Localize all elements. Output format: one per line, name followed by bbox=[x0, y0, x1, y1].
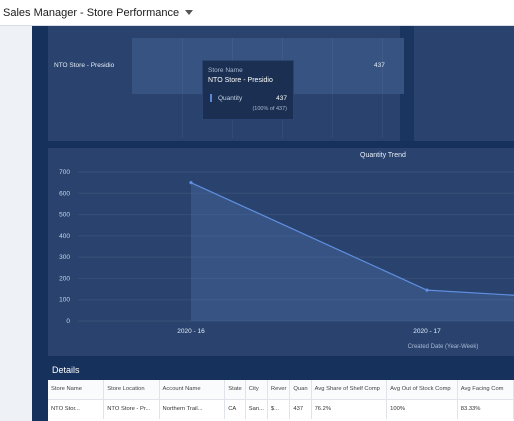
table-cell: NTO Stor... bbox=[48, 399, 105, 419]
table-cell: 76.2% bbox=[311, 399, 388, 419]
column-header[interactable]: Avg Facing Com bbox=[457, 380, 514, 400]
details-title: Details bbox=[52, 365, 80, 375]
store-row-value: 437 bbox=[374, 62, 385, 69]
column-header[interactable]: Rever bbox=[267, 380, 291, 400]
y-tick-label: 600 bbox=[59, 190, 70, 197]
tooltip-store-label: Store Name bbox=[208, 67, 243, 74]
dashboard-title: Sales Manager - Store Performance bbox=[3, 6, 180, 19]
table-cell: NTO Store - Pr... bbox=[103, 399, 160, 419]
quantity-trend-chart[interactable]: 0 100 200 300 400 500 600 700 2020 - 16 2020 - 17… bbox=[48, 148, 514, 356]
x-tick-label: 2020 - 17 bbox=[413, 328, 441, 335]
tooltip-quantity-value: 437 bbox=[276, 95, 287, 102]
table-cell: Northern Trail... bbox=[159, 399, 226, 419]
y-tick-label: 400 bbox=[59, 233, 70, 240]
table-cell: 100% bbox=[386, 399, 458, 419]
table-cell: $... bbox=[267, 399, 291, 419]
table-cell: 437 bbox=[289, 399, 312, 419]
column-header[interactable]: Avg Share of Shelf Comp bbox=[311, 380, 388, 400]
store-row-label: NTO Store - Presidio bbox=[54, 62, 115, 69]
y-tick-label: 300 bbox=[59, 254, 70, 261]
grid-line bbox=[182, 38, 183, 138]
x-tick-label: 2020 - 16 bbox=[177, 328, 205, 335]
table-row[interactable]: NTO Stor... NTO Store - Pr... Northern Tra… bbox=[48, 399, 514, 419]
dashboard-canvas: NTO Store - Presidio 437 Store Name NTO … bbox=[32, 26, 514, 421]
data-point[interactable] bbox=[189, 181, 193, 185]
y-tick-label: 500 bbox=[59, 212, 70, 219]
tooltip-quantity-percent: (100% of 437) bbox=[252, 106, 287, 112]
y-tick-label: 0 bbox=[66, 318, 70, 325]
left-gutter bbox=[0, 26, 32, 421]
tooltip-store-value: NTO Store - Presidio bbox=[208, 77, 273, 84]
chart-tooltip: Store Name NTO Store - Presidio Quantity… bbox=[202, 60, 294, 120]
column-header[interactable]: Store Location bbox=[103, 380, 160, 400]
grid-line bbox=[382, 38, 383, 138]
y-tick-label: 100 bbox=[59, 297, 70, 304]
table-header-row: Store Name Store Location Account Name Stat… bbox=[48, 380, 514, 400]
quantity-legend-swatch bbox=[210, 94, 212, 102]
tooltip-quantity-label: Quantity bbox=[218, 95, 243, 102]
y-tick-label: 700 bbox=[59, 169, 70, 176]
secondary-widget[interactable] bbox=[414, 26, 514, 141]
column-header[interactable]: State bbox=[224, 380, 246, 400]
column-header[interactable]: Quan bbox=[289, 380, 312, 400]
chevron-down-icon[interactable] bbox=[185, 10, 194, 15]
details-table[interactable]: Store Name Store Location Account Name Stat… bbox=[48, 380, 514, 421]
area-fill bbox=[191, 182, 514, 321]
table-cell: CA bbox=[224, 399, 246, 419]
table-cell: 83.33% bbox=[457, 399, 514, 419]
table-cell: San... bbox=[245, 399, 268, 419]
column-header[interactable]: Account Name bbox=[159, 380, 226, 400]
column-header[interactable]: Store Name bbox=[48, 380, 105, 400]
x-axis-title: Created Date (Year-Week) bbox=[408, 344, 479, 350]
dashboard-header: Sales Manager - Store Performance bbox=[0, 0, 514, 26]
quantity-trend-widget[interactable]: Quantity Trend 0 100 200 300 400 500 600 700 202… bbox=[48, 148, 514, 356]
data-point[interactable] bbox=[425, 288, 429, 292]
column-header[interactable]: City bbox=[245, 380, 268, 400]
y-tick-label: 200 bbox=[59, 275, 70, 282]
grid-line bbox=[332, 38, 333, 138]
column-header[interactable]: Avg Out of Stock Comp bbox=[386, 380, 458, 400]
